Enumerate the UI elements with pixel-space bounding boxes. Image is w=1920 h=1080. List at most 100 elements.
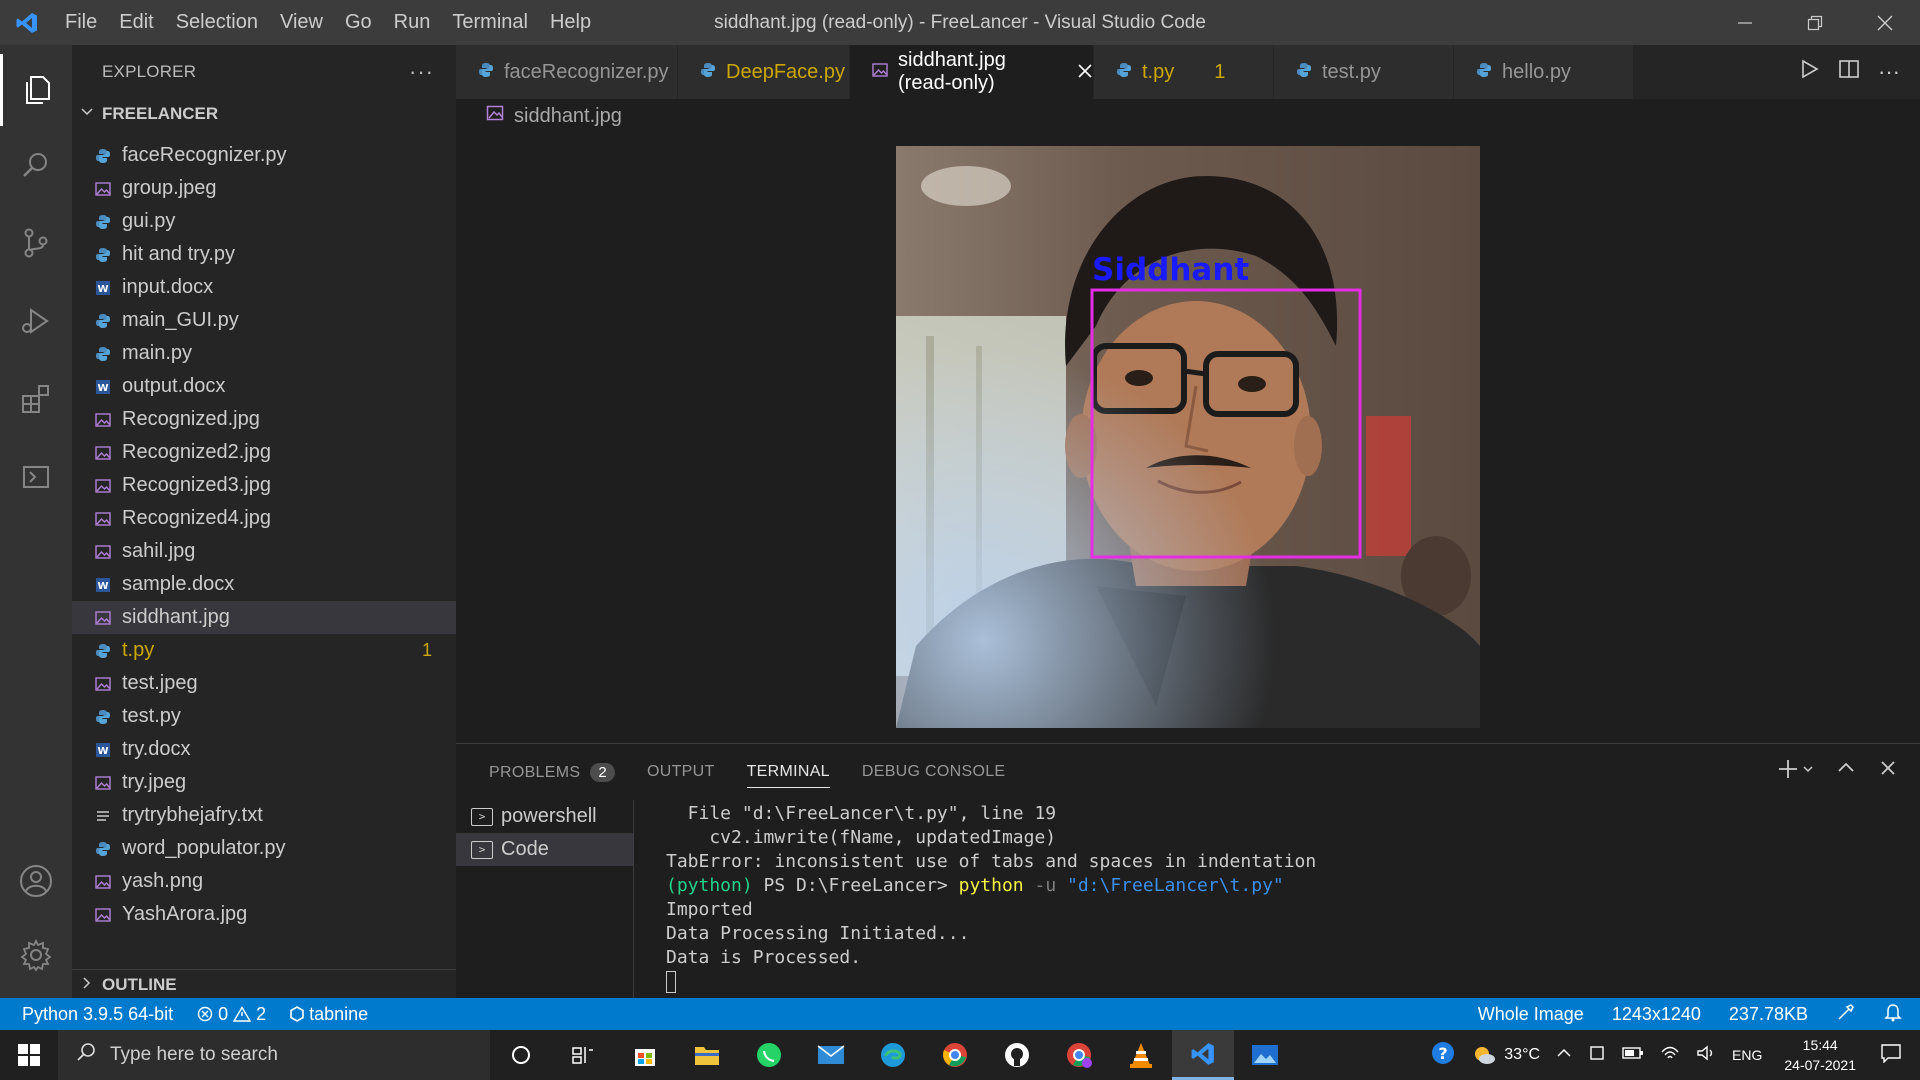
file-item[interactable]: Wtry.docx <box>72 733 456 766</box>
file-item[interactable]: main.py <box>72 337 456 370</box>
notifications-icon[interactable] <box>1870 1043 1920 1068</box>
file-item[interactable]: hit and try.py <box>72 238 456 271</box>
file-item[interactable]: try.jpeg <box>72 766 456 799</box>
settings-gear-icon[interactable] <box>0 919 72 991</box>
file-item[interactable]: t.py 1 <box>72 634 456 667</box>
image-preview[interactable]: Siddhant <box>896 146 1480 728</box>
file-item[interactable]: Recognized3.jpg <box>72 469 456 502</box>
file-item[interactable]: test.py <box>72 700 456 733</box>
vscode-taskbar-icon[interactable] <box>1172 1030 1234 1080</box>
tab-problems[interactable]: PROBLEMS 2 <box>489 762 615 782</box>
terminal-output[interactable]: File "d:\FreeLancer\t.py", line 19 cv2.i… <box>666 802 1316 994</box>
menu-view[interactable]: View <box>269 0 334 45</box>
menu-run[interactable]: Run <box>383 0 442 45</box>
file-item[interactable]: word_populator.py <box>72 832 456 865</box>
file-item[interactable]: faceRecognizer.py <box>72 139 456 172</box>
file-item[interactable]: siddhant.jpg <box>72 601 456 634</box>
more-actions-icon[interactable]: ··· <box>409 59 434 85</box>
zoom-mode[interactable]: Whole Image <box>1478 1004 1584 1025</box>
source-control-icon[interactable] <box>0 207 72 279</box>
remote-explorer-icon[interactable] <box>0 441 72 513</box>
minimize-button[interactable] <box>1710 0 1780 45</box>
file-item[interactable]: gui.py <box>72 205 456 238</box>
explorer-icon[interactable] <box>0 54 72 126</box>
editor-tab[interactable]: test.py <box>1274 45 1454 99</box>
python-interpreter[interactable]: Python 3.9.5 64-bit <box>22 1004 173 1025</box>
photos-icon[interactable] <box>1234 1030 1296 1080</box>
close-tab-icon[interactable] <box>1077 59 1093 85</box>
cortana-icon[interactable] <box>490 1030 552 1080</box>
file-item[interactable]: Woutput.docx <box>72 370 456 403</box>
terminal-item-code[interactable]: > Code <box>456 833 633 866</box>
file-item[interactable]: trytrybhejafry.txt <box>72 799 456 832</box>
tabnine-status[interactable]: tabnine <box>290 1004 368 1025</box>
account-icon[interactable] <box>0 845 72 917</box>
vlc-icon[interactable] <box>1110 1030 1172 1080</box>
outline-section[interactable]: OUTLINE <box>72 969 456 999</box>
store-icon[interactable] <box>614 1030 676 1080</box>
extensions-icon[interactable] <box>0 363 72 435</box>
weather-widget[interactable]: 33°C <box>1464 1044 1548 1066</box>
help-icon[interactable]: ? <box>1422 1040 1464 1071</box>
edge-icon[interactable] <box>862 1030 924 1080</box>
search-icon[interactable] <box>0 129 72 201</box>
new-terminal-icon[interactable] <box>1778 758 1814 786</box>
volume-icon[interactable] <box>1688 1044 1724 1067</box>
terminal-item-powershell[interactable]: > powershell <box>456 800 633 833</box>
file-item[interactable]: sahil.jpg <box>72 535 456 568</box>
menu-file[interactable]: File <box>54 0 108 45</box>
run-icon[interactable] <box>1798 58 1820 86</box>
file-item[interactable]: test.jpeg <box>72 667 456 700</box>
file-item[interactable]: YashArora.jpg <box>72 898 456 931</box>
mail-icon[interactable] <box>800 1030 862 1080</box>
menu-edit[interactable]: Edit <box>108 0 164 45</box>
more-editor-actions-icon[interactable]: ··· <box>1878 59 1900 85</box>
menu-help[interactable]: Help <box>539 0 602 45</box>
restore-button[interactable] <box>1780 0 1850 45</box>
chrome-icon[interactable] <box>924 1030 986 1080</box>
chevron-up-icon[interactable] <box>1548 1045 1580 1066</box>
menu-terminal[interactable]: Terminal <box>441 0 539 45</box>
battery-icon[interactable] <box>1614 1046 1652 1065</box>
breadcrumb-file[interactable]: siddhant.jpg <box>514 105 622 128</box>
feedback-icon[interactable] <box>1836 1002 1856 1027</box>
close-panel-icon[interactable] <box>1878 758 1898 786</box>
maximize-panel-icon[interactable] <box>1836 758 1856 786</box>
menu-selection[interactable]: Selection <box>165 0 269 45</box>
clock[interactable]: 15:44 24-07-2021 <box>1770 1035 1870 1075</box>
command: python <box>958 875 1024 896</box>
notifications-bell-icon[interactable] <box>1884 1002 1902 1027</box>
editor-tab[interactable]: faceRecognizer.py <box>456 45 678 99</box>
split-editor-icon[interactable] <box>1838 58 1860 86</box>
file-item[interactable]: Winput.docx <box>72 271 456 304</box>
taskbar-search[interactable]: Type here to search <box>58 1030 490 1080</box>
file-item[interactable]: Recognized.jpg <box>72 403 456 436</box>
github-icon[interactable] <box>986 1030 1048 1080</box>
input-language[interactable]: ENG <box>1724 1047 1770 1063</box>
editor-tab[interactable]: hello.py <box>1454 45 1634 99</box>
problems-status[interactable]: 0 2 <box>197 1004 266 1025</box>
file-item[interactable]: Recognized2.jpg <box>72 436 456 469</box>
task-view-icon[interactable] <box>552 1030 614 1080</box>
start-button[interactable] <box>0 1030 58 1080</box>
tab-output[interactable]: OUTPUT <box>647 763 715 781</box>
file-item[interactable]: yash.png <box>72 865 456 898</box>
file-explorer-icon[interactable] <box>676 1030 738 1080</box>
tab-terminal[interactable]: TERMINAL <box>746 756 830 788</box>
folder-header[interactable]: FREELANCER <box>72 99 456 129</box>
file-item[interactable]: Recognized4.jpg <box>72 502 456 535</box>
close-window-button[interactable] <box>1850 0 1920 45</box>
editor-tab[interactable]: t.py 1 <box>1094 45 1274 99</box>
tab-debug-console[interactable]: DEBUG CONSOLE <box>862 763 1006 781</box>
run-debug-icon[interactable] <box>0 285 72 357</box>
editor-tab[interactable]: DeepFace.py1 <box>678 45 864 99</box>
menu-go[interactable]: Go <box>334 0 383 45</box>
file-item[interactable]: group.jpeg <box>72 172 456 205</box>
wifi-icon[interactable] <box>1652 1044 1688 1067</box>
whatsapp-icon[interactable] <box>738 1030 800 1080</box>
file-item[interactable]: Wsample.docx <box>72 568 456 601</box>
meet-now-icon[interactable] <box>1580 1044 1614 1067</box>
file-item[interactable]: main_GUI.py <box>72 304 456 337</box>
chrome-profile-icon[interactable] <box>1048 1030 1110 1080</box>
editor-tab[interactable]: siddhant.jpg (read-only) <box>850 45 1094 99</box>
